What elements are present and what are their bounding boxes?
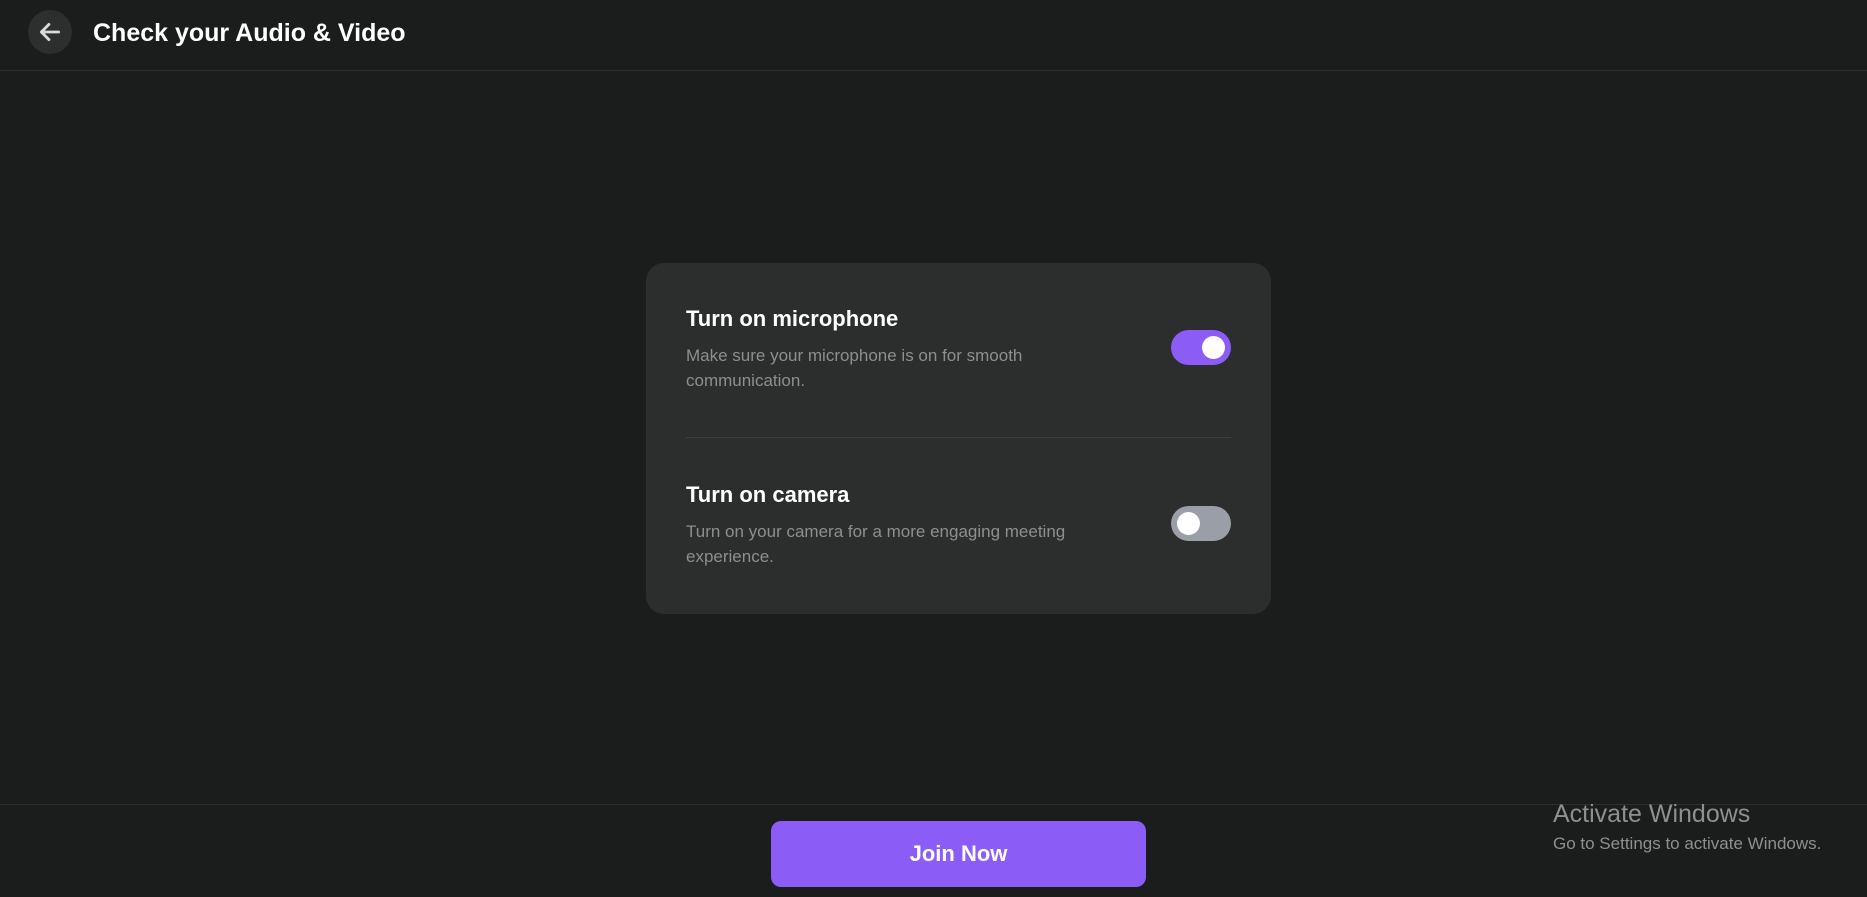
watermark-subtitle: Go to Settings to activate Windows.: [1553, 834, 1822, 853]
microphone-setting-description: Make sure your microphone is on for smoo…: [686, 346, 1023, 390]
watermark-title: Activate Windows: [1553, 800, 1751, 828]
join-now-button[interactable]: Join Now: [771, 821, 1146, 887]
camera-setting: Turn on camera Turn on your camera for a…: [686, 481, 1231, 569]
back-button[interactable]: [28, 10, 72, 54]
page-title: Check your Audio & Video: [93, 19, 406, 47]
microphone-toggle[interactable]: [1171, 330, 1231, 365]
camera-toggle[interactable]: [1171, 506, 1231, 541]
divider: [686, 437, 1231, 438]
toggle-knob: [1177, 512, 1200, 535]
toggle-knob: [1202, 336, 1225, 359]
camera-setting-description: Turn on your camera for a more engaging …: [686, 522, 1066, 566]
arrow-left-icon: [39, 23, 61, 41]
activate-windows-watermark: Activate Windows Go to Settings to activ…: [1553, 798, 1821, 856]
camera-setting-title: Turn on camera: [686, 482, 850, 507]
microphone-setting: Turn on microphone Make sure your microp…: [686, 305, 1231, 393]
settings-card: Turn on microphone Make sure your microp…: [646, 263, 1271, 614]
microphone-setting-title: Turn on microphone: [686, 306, 899, 331]
header-bar: Check your Audio & Video: [0, 0, 1867, 71]
